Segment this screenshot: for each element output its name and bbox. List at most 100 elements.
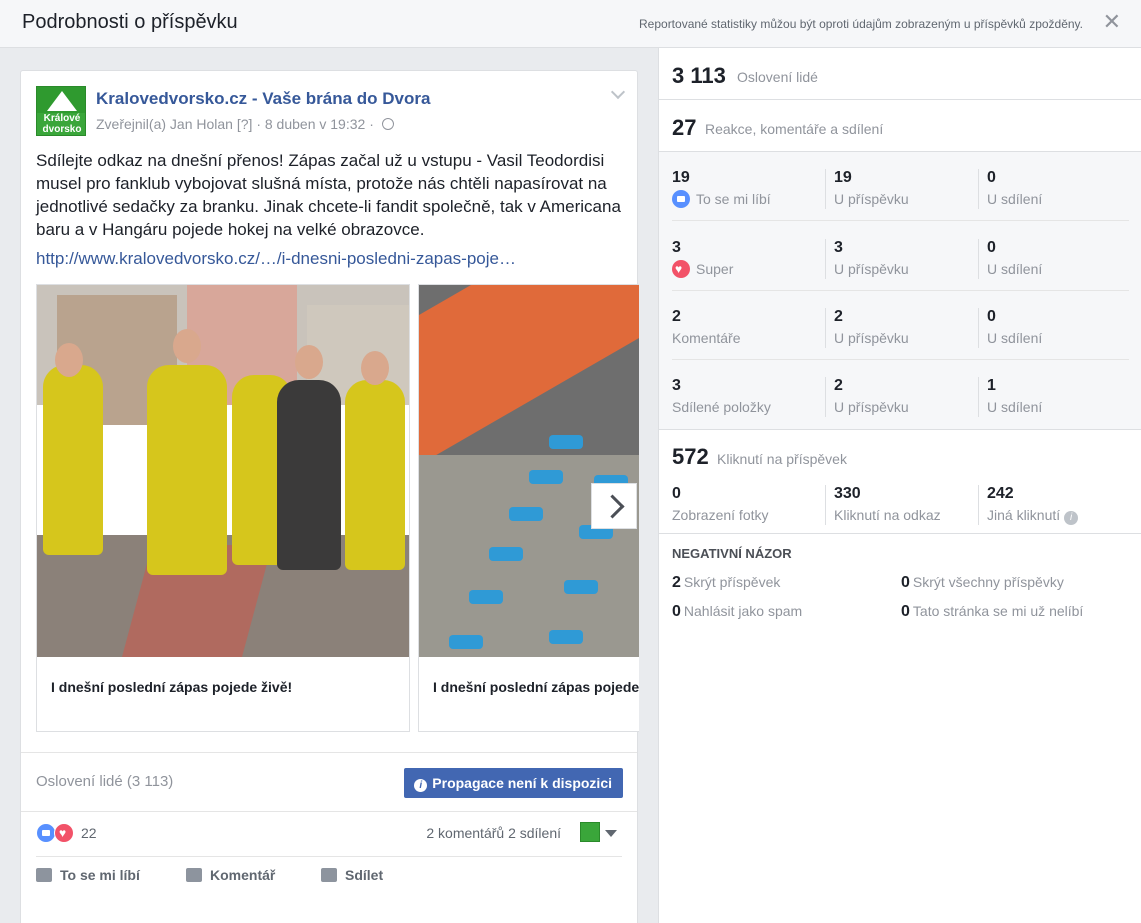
love-reaction-icon (54, 823, 74, 843)
hide-post-value: 2 (672, 574, 681, 591)
hide-post-stat: 2 Skrýt příspěvek (672, 574, 780, 592)
reach-row: 3 113 Oslovení lidé (659, 48, 1141, 100)
other-clicks: 242 Jiná kliknutí i (978, 485, 1079, 525)
post-meta: Zveřejnil(a) Jan Holan [?] · 8 duben v 1… (96, 116, 394, 132)
photo-seat (549, 630, 583, 644)
other-clicks-value: 242 (987, 485, 1014, 502)
carousel-next-button[interactable] (591, 483, 637, 529)
likes-on-post: 19 U příspěvku (825, 169, 909, 209)
love-on-shares-value: 0 (987, 239, 996, 256)
clicks-label: Kliknutí na příspěvek (717, 451, 847, 467)
post-author[interactable]: Zveřejnil(a) Jan Holan (96, 116, 233, 132)
photo-seat (564, 580, 598, 594)
thumbs-up-icon (36, 868, 52, 882)
photo-head (295, 345, 323, 379)
link-carousel: I dnešní poslední zápas pojede živě! I d… (36, 284, 639, 732)
link-clicks-label: Kliknutí na odkaz (834, 507, 941, 523)
shares-on-post-value: 2 (834, 377, 843, 394)
carousel-slide[interactable]: I dnešní poslední zápas pojede živě! (36, 284, 410, 732)
other-clicks-label-wrap: Jiná kliknutí i (987, 505, 1079, 525)
breakdown-row-likes: 19 To se mi líbí 19 U příspěvku 0 U sdíl… (659, 152, 1141, 221)
post-date[interactable]: 8 duben v 19:32 (265, 116, 365, 132)
spam-stat: 0 Nahlásit jako spam (672, 603, 802, 621)
slide-photo-seats[interactable] (419, 285, 639, 657)
photo-views-label: Zobrazení fotky (672, 507, 769, 523)
globe-icon[interactable] (381, 118, 394, 130)
engagement-row: 27 Reakce, komentáře a sdílení (659, 100, 1141, 152)
likes-on-shares-value: 0 (987, 169, 996, 186)
breakdown-row-love: 3 Super 3 U příspěvku 0 U sdílení (659, 222, 1141, 291)
engagement-breakdown: 19 To se mi líbí 19 U příspěvku 0 U sdíl… (659, 152, 1141, 430)
love-total-value: 3 (672, 239, 681, 256)
promotion-unavailable-button[interactable]: i Propagace není k dispozici (404, 768, 623, 798)
author-help-link[interactable]: [?] (237, 116, 253, 132)
shares-on-post-label: U příspěvku (834, 399, 909, 415)
engagement-label: Reakce, komentáře a sdílení (705, 121, 884, 137)
likes-label-text: To se mi líbí (696, 191, 771, 207)
love-reaction-icon (672, 260, 690, 278)
dialog-title: Podrobnosti o příspěvku (22, 11, 238, 33)
comment-icon (186, 868, 202, 882)
hide-all-label: Skrýt všechny příspěvky (912, 574, 1064, 590)
page-name-link[interactable]: Kralovedvorsko.cz - Vaše brána do Dvora (96, 89, 430, 109)
photo-person (277, 380, 341, 570)
post-preview-area: Králové dvorsko Kralovedvorsko.cz - Vaše… (0, 48, 658, 923)
slide-caption[interactable]: I dnešní poslední zápas pojede živě! (51, 679, 292, 695)
page-mini-avatar[interactable] (580, 822, 600, 842)
link-clicks: 330 Kliknutí na odkaz (825, 485, 941, 525)
hide-post-label: Skrýt příspěvek (683, 574, 781, 590)
slide-photo-fans[interactable] (37, 285, 409, 657)
post-clicks-section: 572 Kliknutí na příspěvek 0 Zobrazení fo… (659, 430, 1141, 534)
unlike-value: 0 (901, 603, 910, 620)
love-on-shares: 0 U sdílení (978, 239, 1042, 279)
comments-on-post-value: 2 (834, 308, 843, 325)
like-reaction-icon (36, 823, 56, 843)
unlike-stat: 0 Tato stránka se mi už nelíbí (901, 603, 1083, 621)
comments-shares-count[interactable]: 2 komentářů 2 sdílení (426, 825, 561, 841)
post-message: Sdílejte odkaz na dnešní přenos! Zápas z… (36, 151, 621, 239)
comments-total: 2 Komentáře (672, 308, 740, 348)
row-separator (672, 220, 1129, 221)
comment-button[interactable]: Komentář (186, 867, 275, 883)
shares-on-shares-label: U sdílení (987, 399, 1043, 415)
breakdown-row-comments: 2 Komentáře 2 U příspěvku 0 U sdílení (659, 291, 1141, 360)
like-button-label: To se mi líbí (60, 867, 140, 883)
logo-text: Králové dvorsko (42, 113, 82, 135)
likes-on-post-label: U příspěvku (834, 191, 909, 207)
photo-views-value: 0 (672, 485, 681, 502)
meta-separator: · (369, 116, 374, 132)
photo-person (43, 365, 103, 555)
comment-button-label: Komentář (210, 867, 276, 883)
comments-on-post: 2 U příspěvku (825, 308, 909, 348)
photo-person (345, 380, 405, 570)
comments-on-shares-label: U sdílení (987, 330, 1043, 346)
post-link[interactable]: http://www.kralovedvorsko.cz/…/i-dnesni-… (36, 247, 516, 270)
reaction-count[interactable]: 22 (81, 825, 97, 841)
share-button-label: Sdílet (345, 867, 384, 883)
meta-separator: · (256, 116, 261, 132)
info-icon[interactable]: i (1064, 511, 1079, 525)
page-avatar[interactable]: Králové dvorsko (36, 86, 86, 136)
photo-seat (509, 507, 543, 521)
divider (21, 811, 637, 812)
comments-total-label: Komentáře (672, 330, 741, 346)
like-button[interactable]: To se mi líbí (36, 867, 140, 883)
logo-mountain-icon (47, 91, 77, 111)
like-reaction-icon (672, 190, 690, 208)
spam-value: 0 (672, 603, 681, 620)
shares-total-value: 3 (672, 377, 681, 394)
share-button[interactable]: Sdílet (321, 867, 383, 883)
chevron-down-icon[interactable] (610, 84, 626, 100)
close-icon[interactable]: ✕ (1103, 10, 1121, 34)
clicks-value: 572 (672, 444, 709, 469)
love-on-post-value: 3 (834, 239, 843, 256)
photo-views: 0 Zobrazení fotky (672, 485, 769, 525)
caret-down-icon[interactable] (605, 830, 617, 837)
likes-on-shares: 0 U sdílení (978, 169, 1042, 209)
unlike-label: Tato stránka se mi už nelíbí (912, 603, 1084, 619)
hide-all-value: 0 (901, 574, 910, 591)
slide-caption[interactable]: I dnešní poslední zápas pojede živě! (433, 679, 639, 695)
shares-total-label: Sdílené položky (672, 399, 771, 415)
photo-person (147, 365, 227, 575)
shares-on-shares-value: 1 (987, 377, 996, 394)
